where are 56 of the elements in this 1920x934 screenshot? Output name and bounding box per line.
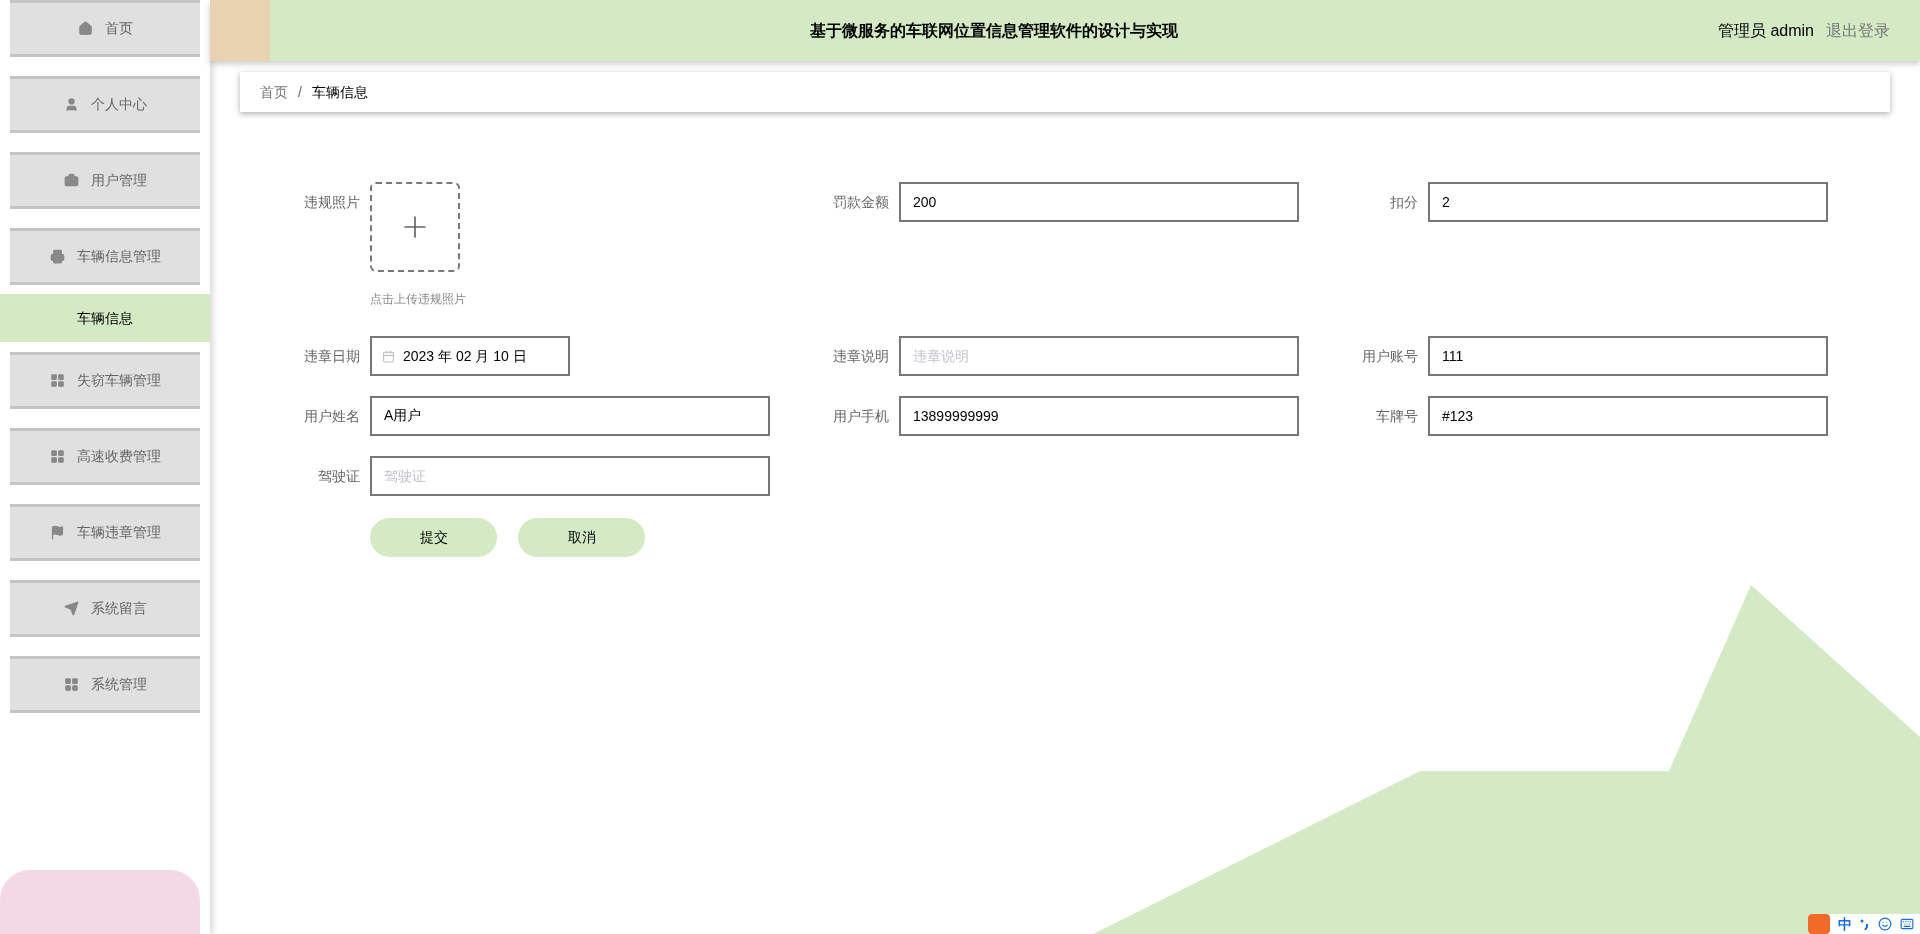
ime-logo-icon bbox=[1808, 914, 1830, 934]
punctuation-icon bbox=[1860, 918, 1870, 930]
sidebar-item[interactable]: 首页 bbox=[10, 0, 200, 57]
grid-icon bbox=[63, 677, 79, 692]
ime-mode-label: 中 bbox=[1838, 914, 1852, 934]
field-label: 罚款金额 bbox=[832, 193, 890, 212]
briefcase-icon bbox=[63, 173, 79, 188]
sidebar-item[interactable]: 系统留言 bbox=[10, 580, 200, 637]
sidebar-item[interactable]: 车辆违章管理 bbox=[10, 504, 200, 561]
input-field[interactable]: 13899999999 bbox=[899, 396, 1299, 436]
input-field[interactable]: 违章说明 bbox=[899, 336, 1299, 376]
breadcrumb-link[interactable]: 车辆信息 bbox=[311, 81, 368, 103]
grid-icon bbox=[49, 449, 65, 464]
upload-hint: 点击上传违规照片 bbox=[370, 291, 466, 308]
field-label: 违章日期 bbox=[303, 347, 361, 366]
user-label: 管理员 admin bbox=[1717, 20, 1814, 41]
date-field[interactable]: 2023 年 02 月 10 日 bbox=[370, 336, 570, 376]
input-field[interactable]: 200 bbox=[899, 182, 1299, 222]
keyboard-icon bbox=[1900, 917, 1914, 931]
emoji-icon bbox=[1878, 917, 1892, 931]
app-title: 基于微服务的车联网位置信息管理软件的设计与实现 bbox=[809, 20, 1179, 41]
field-label: 驾驶证 bbox=[317, 467, 361, 486]
calendar-icon bbox=[382, 349, 395, 363]
breadcrumb-link[interactable]: 首页 bbox=[260, 81, 288, 103]
input-field[interactable]: 驾驶证 bbox=[370, 456, 770, 496]
field-label: 车牌号 bbox=[1375, 407, 1419, 426]
user-icon bbox=[63, 97, 79, 112]
logout-link[interactable]: 退出登录 bbox=[1826, 18, 1890, 43]
breadcrumb-separator: / bbox=[298, 82, 302, 102]
sidebar-item[interactable]: 个人中心 bbox=[10, 76, 200, 133]
field-label: 违规照片 bbox=[303, 193, 361, 212]
printer-icon bbox=[49, 249, 65, 264]
field-label: 违章说明 bbox=[832, 347, 890, 366]
field-label: 扣分 bbox=[1389, 193, 1419, 212]
date-value: 2023 年 02 月 10 日 bbox=[403, 346, 527, 366]
flag-icon bbox=[49, 525, 65, 540]
field-label: 用户账号 bbox=[1361, 347, 1419, 366]
sidebar-item[interactable]: 用户管理 bbox=[10, 152, 200, 209]
form-button[interactable]: 取消 bbox=[518, 518, 645, 557]
input-field[interactable]: #123 bbox=[1428, 396, 1828, 436]
input-field[interactable]: 2 bbox=[1428, 182, 1828, 222]
home-icon bbox=[77, 21, 93, 36]
sidebar-item[interactable]: 系统管理 bbox=[10, 656, 200, 713]
upload-area[interactable] bbox=[370, 182, 460, 272]
paper-plane-icon bbox=[63, 601, 79, 616]
sidebar-item[interactable]: 高速收费管理 bbox=[10, 428, 200, 485]
field-label: 用户手机 bbox=[832, 407, 890, 426]
logo-picture bbox=[210, 0, 270, 61]
input-field[interactable]: 111 bbox=[1428, 336, 1828, 376]
sidebar-item[interactable]: 车辆信息管理 bbox=[10, 228, 200, 285]
input-field[interactable]: A用户 bbox=[370, 396, 770, 436]
grid-icon bbox=[49, 373, 65, 388]
sidebar-subitem[interactable]: 车辆信息 bbox=[0, 294, 210, 342]
form-button[interactable]: 提交 bbox=[370, 518, 497, 557]
field-label: 用户姓名 bbox=[303, 407, 361, 426]
sidebar-item[interactable]: 失窃车辆管理 bbox=[10, 352, 200, 409]
